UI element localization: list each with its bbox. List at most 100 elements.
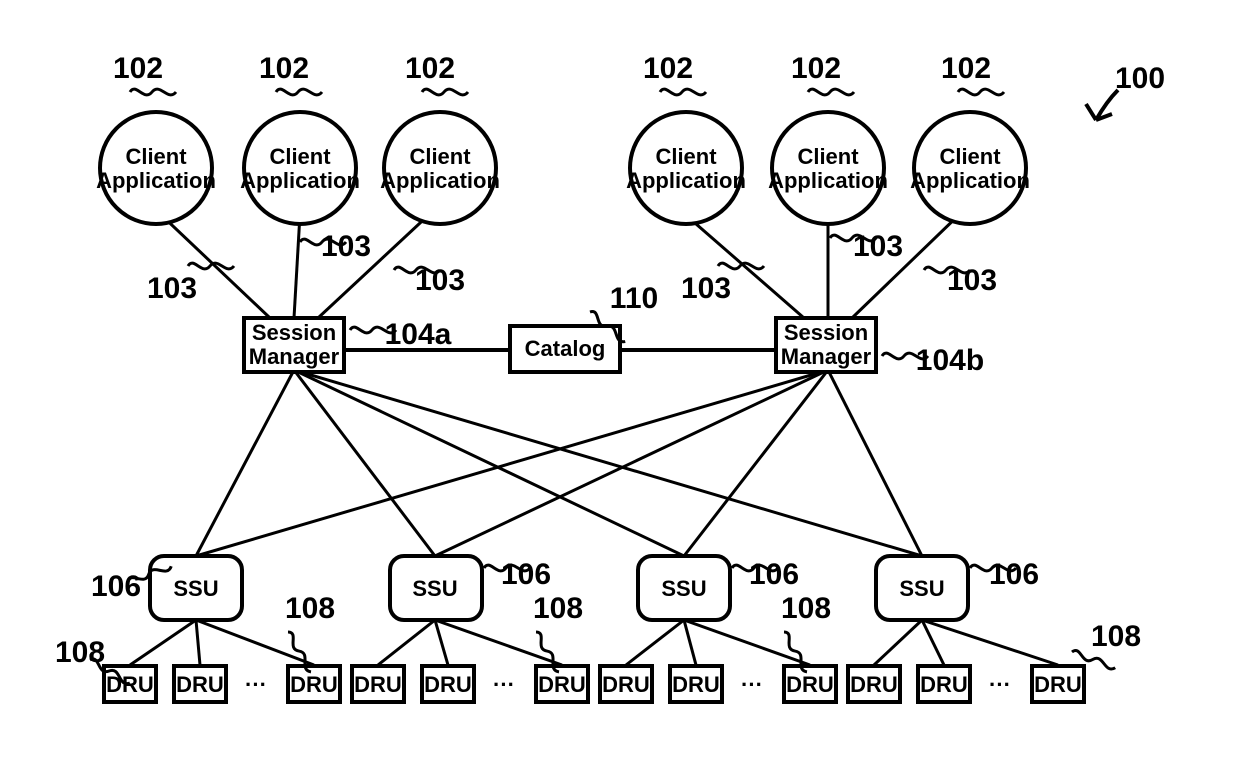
svg-text:102: 102 [643, 52, 693, 85]
svg-text:DRU: DRU [786, 672, 834, 697]
svg-text:Catalog: Catalog [525, 336, 606, 361]
svg-text:Application: Application [910, 168, 1030, 193]
ref-103: 103 [924, 264, 997, 297]
ref-102: 102 [405, 52, 468, 95]
svg-text:SSU: SSU [412, 576, 457, 601]
svg-text:103: 103 [147, 272, 197, 305]
svg-text:106: 106 [989, 558, 1039, 591]
svg-text:104a: 104a [385, 318, 452, 351]
session-manager-b: Session Manager [776, 318, 876, 372]
svg-text:Manager: Manager [781, 344, 872, 369]
ref-102: 102 [259, 52, 322, 95]
dru-node: DRU [600, 666, 652, 702]
svg-text:108: 108 [533, 592, 583, 625]
client-app-node: Client Application [240, 112, 360, 224]
svg-text:100: 100 [1115, 62, 1165, 95]
client-app-node: Client Application [626, 112, 746, 224]
svg-text:106: 106 [501, 558, 551, 591]
architecture-diagram: Client Application Client Application Cl… [0, 0, 1240, 762]
svg-text:DRU: DRU [1034, 672, 1082, 697]
svg-text:103: 103 [321, 230, 371, 263]
svg-text:102: 102 [791, 52, 841, 85]
ref-100: 100 [1086, 62, 1165, 120]
svg-text:Client: Client [409, 144, 471, 169]
svg-text:DRU: DRU [672, 672, 720, 697]
ref-108: 108 [1071, 620, 1141, 671]
svg-text:Client: Client [939, 144, 1001, 169]
dru-node: DRU [848, 666, 900, 702]
ref-106: 106 [484, 558, 551, 591]
svg-text:Client: Client [797, 144, 859, 169]
ellipsis: ··· [245, 672, 267, 697]
svg-text:DRU: DRU [538, 672, 586, 697]
svg-text:Application: Application [380, 168, 500, 193]
ref-108: 108 [781, 592, 831, 673]
ref-102: 102 [941, 52, 1004, 95]
svg-text:DRU: DRU [354, 672, 402, 697]
client-label-line2: Application [96, 168, 216, 193]
ref-108: 108 [285, 592, 335, 673]
dru-node: DRU [918, 666, 970, 702]
ref-103: 103 [394, 264, 465, 297]
svg-text:103: 103 [415, 264, 465, 297]
svg-text:108: 108 [1091, 620, 1141, 653]
ref-103: 103 [147, 263, 234, 305]
client-app-node: Client Application [380, 112, 500, 224]
ellipsis: ··· [989, 672, 1011, 697]
svg-text:DRU: DRU [290, 672, 338, 697]
svg-text:DRU: DRU [602, 672, 650, 697]
ref-106: 106 [732, 558, 799, 591]
dru-node: DRU [536, 666, 588, 702]
ref-103: 103 [681, 263, 764, 305]
svg-text:103: 103 [681, 272, 731, 305]
svg-text:SSU: SSU [661, 576, 706, 601]
svg-text:SSU: SSU [899, 576, 944, 601]
dru-node: DRU [670, 666, 722, 702]
client-app-node: Client Application [96, 112, 216, 224]
session-manager-a: Session Manager [244, 318, 344, 372]
svg-text:102: 102 [113, 52, 163, 85]
client-label-line1: Client [125, 144, 187, 169]
svg-text:Session: Session [784, 320, 868, 345]
svg-text:106: 106 [91, 570, 141, 603]
client-app-node: Client Application [768, 112, 888, 224]
ssu-node: SSU [876, 556, 968, 620]
ref-102: 102 [643, 52, 706, 95]
svg-text:DRU: DRU [850, 672, 898, 697]
dru-node: DRU [288, 666, 340, 702]
svg-text:DRU: DRU [176, 672, 224, 697]
ref-103: 103 [830, 230, 903, 263]
dru-node: DRU [784, 666, 836, 702]
svg-text:Client: Client [269, 144, 331, 169]
ref-102: 102 [791, 52, 854, 95]
dru-node: DRU [174, 666, 226, 702]
ref-104b: 104b [882, 344, 984, 377]
ref-103: 103 [300, 230, 371, 263]
svg-text:Application: Application [240, 168, 360, 193]
svg-text:Application: Application [626, 168, 746, 193]
ref-108: 108 [55, 636, 131, 686]
svg-text:102: 102 [405, 52, 455, 85]
svg-text:102: 102 [259, 52, 309, 85]
svg-text:104b: 104b [916, 344, 984, 377]
svg-text:Application: Application [768, 168, 888, 193]
ref-104a: 104a [350, 318, 452, 351]
client-app-node: Client Application [910, 112, 1030, 224]
dru-node: DRU [1032, 666, 1084, 702]
catalog-node: Catalog [510, 326, 620, 372]
svg-text:110: 110 [610, 282, 658, 315]
ssu-node: SSU [638, 556, 730, 620]
svg-text:Manager: Manager [249, 344, 340, 369]
svg-text:DRU: DRU [424, 672, 472, 697]
svg-text:Session: Session [252, 320, 336, 345]
svg-text:DRU: DRU [920, 672, 968, 697]
svg-text:108: 108 [781, 592, 831, 625]
svg-text:102: 102 [941, 52, 991, 85]
svg-text:106: 106 [749, 558, 799, 591]
ssu-node: SSU [390, 556, 482, 620]
ssu-node: SSU [150, 556, 242, 620]
ref-106: 106 [970, 558, 1039, 591]
svg-text:Client: Client [655, 144, 717, 169]
ellipsis: ··· [741, 672, 763, 697]
svg-text:SSU: SSU [173, 576, 218, 601]
